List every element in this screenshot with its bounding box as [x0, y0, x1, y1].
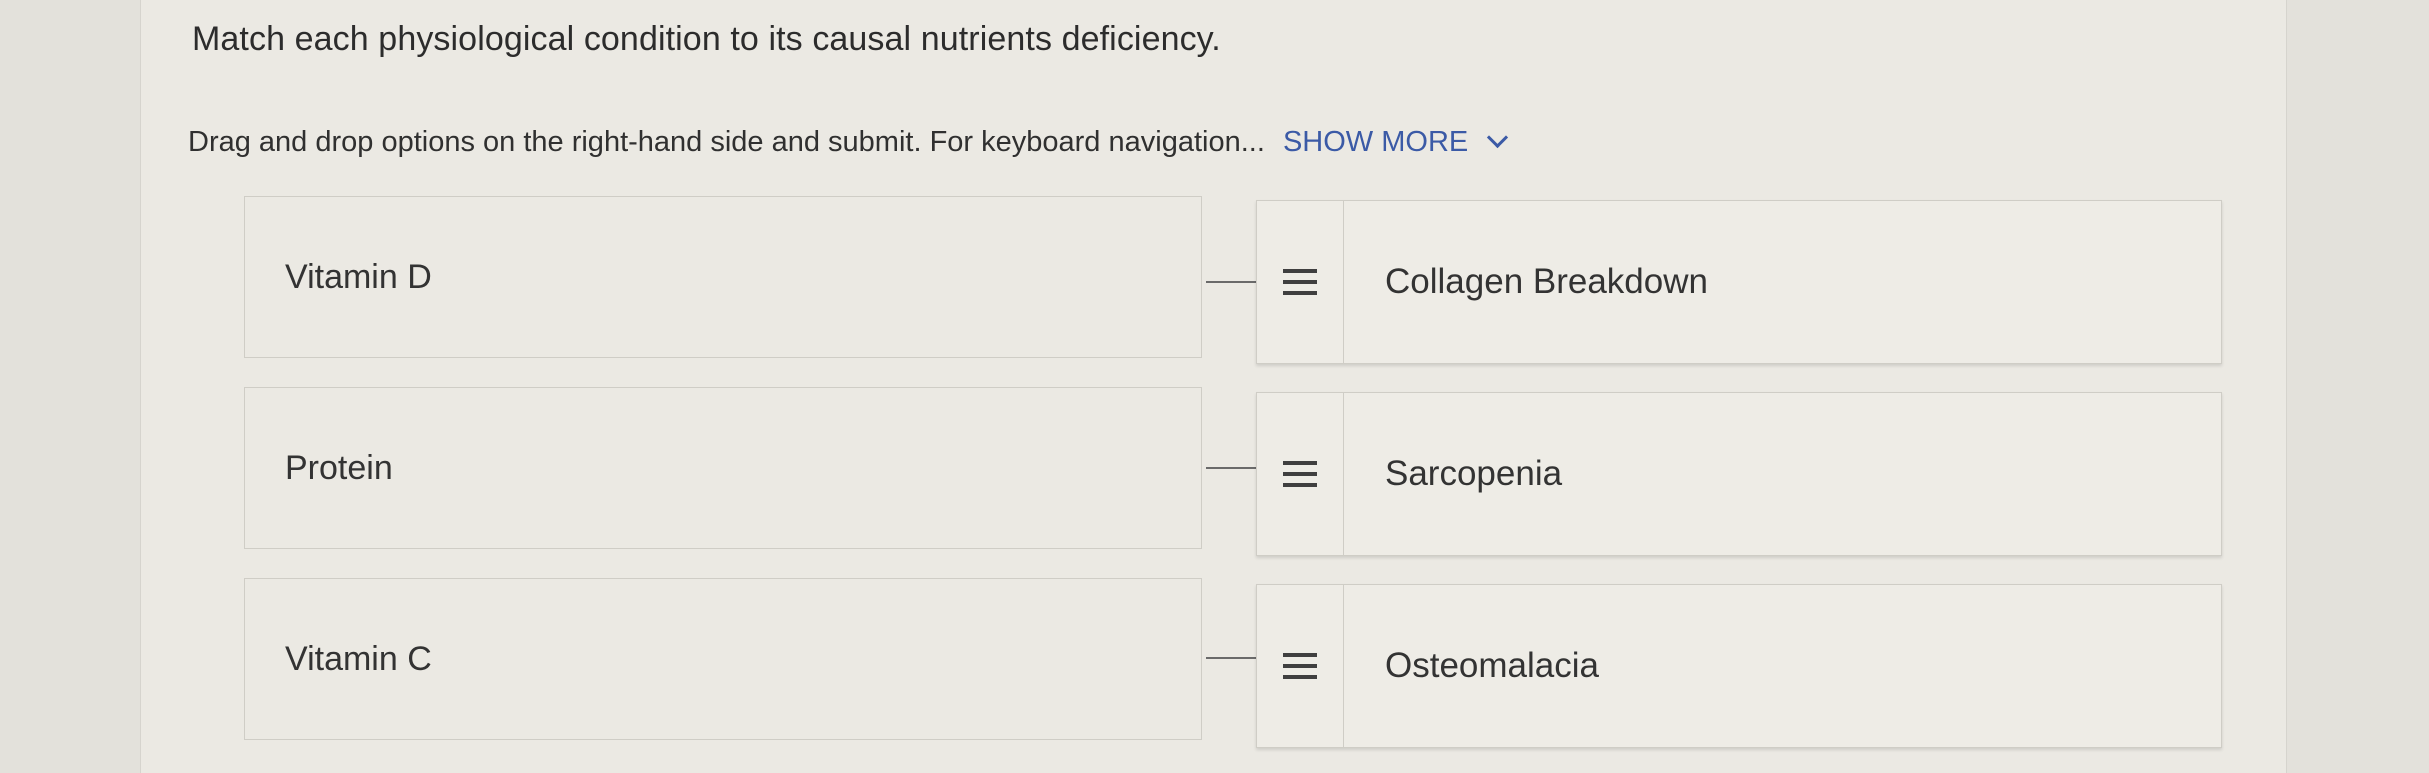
connector-line	[1206, 657, 1256, 659]
draggable-option-1[interactable]: Collagen Breakdown	[1256, 200, 2222, 364]
left-item-label: Vitamin D	[285, 257, 432, 296]
drag-handle[interactable]	[1257, 585, 1344, 747]
connector-line	[1206, 467, 1256, 469]
drag-handle-icon	[1283, 269, 1317, 295]
connector-line	[1206, 281, 1256, 283]
left-item-label: Protein	[285, 448, 393, 487]
drag-handle[interactable]	[1257, 201, 1344, 363]
option-label: Sarcopenia	[1385, 454, 1563, 493]
match-target-row-3[interactable]: Vitamin C	[244, 578, 1202, 740]
drag-handle-icon	[1283, 461, 1317, 487]
show-more-label: SHOW MORE	[1282, 126, 1469, 158]
drag-handle[interactable]	[1257, 393, 1344, 555]
chevron-down-icon	[1487, 126, 1509, 149]
option-label: Osteomalacia	[1385, 646, 1599, 685]
question-title: Match each physiological condition to it…	[192, 20, 1221, 58]
instructions-text: Drag and drop options on the right-hand …	[188, 126, 1265, 158]
show-more-link[interactable]: SHOW MORE	[1282, 126, 1509, 158]
match-target-row-2[interactable]: Protein	[244, 387, 1202, 549]
instructions-line: Drag and drop options on the right-hand …	[188, 126, 1509, 159]
draggable-option-2[interactable]: Sarcopenia	[1256, 392, 2222, 556]
left-item-label: Vitamin C	[285, 639, 432, 678]
draggable-option-3[interactable]: Osteomalacia	[1256, 584, 2222, 748]
match-target-row-1[interactable]: Vitamin D	[244, 196, 1202, 358]
option-label: Collagen Breakdown	[1385, 262, 1708, 301]
drag-handle-icon	[1283, 653, 1317, 679]
